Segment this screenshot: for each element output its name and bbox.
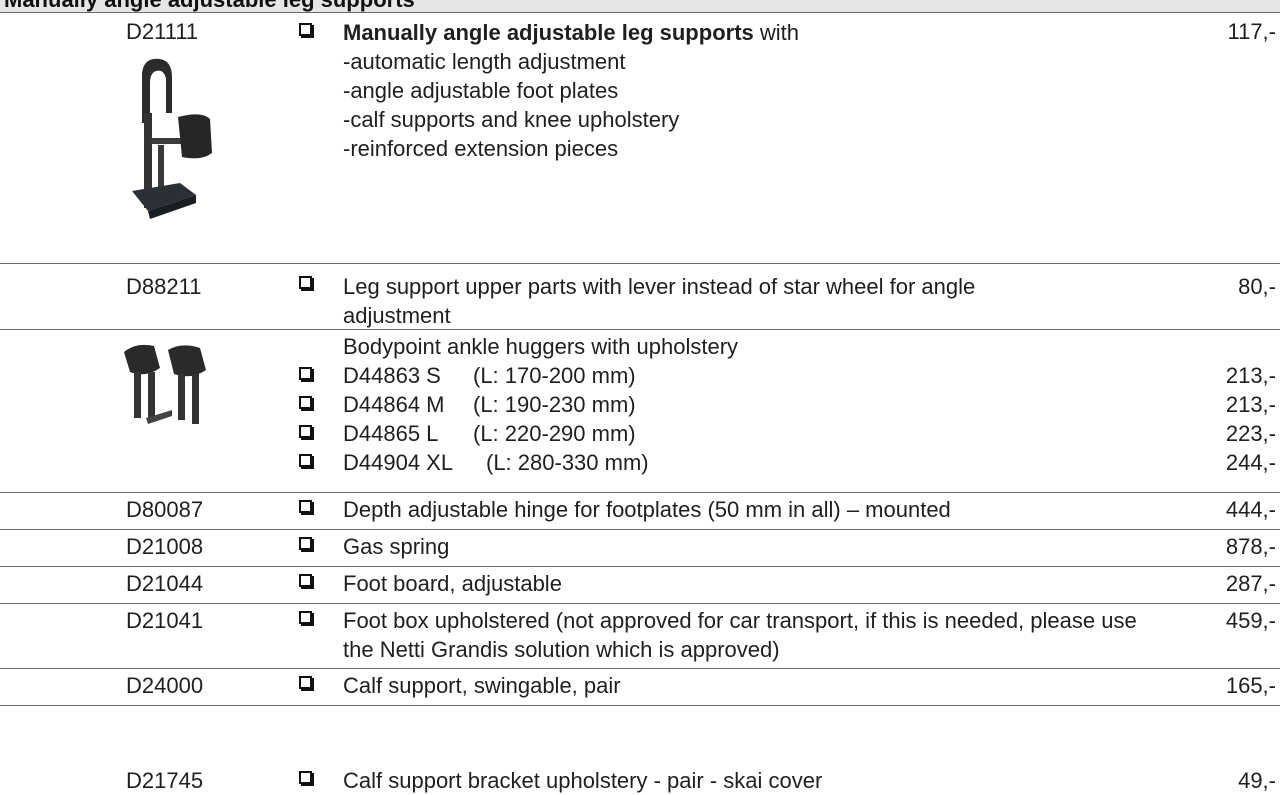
price: 117,- [1227, 19, 1276, 44]
size-code: D44904 XL [343, 450, 454, 475]
price: 165,- [1225, 673, 1276, 698]
ankle-hugger-image [124, 344, 206, 424]
product-code: D88211 [126, 274, 202, 299]
feature-item: -reinforced extension pieces [343, 136, 619, 161]
ankle-hugger-title: Bodypoint ankle huggers with upholstery [343, 334, 739, 359]
price: 223,- [1225, 421, 1276, 446]
checkbox[interactable] [299, 611, 312, 624]
checkbox[interactable] [299, 537, 312, 550]
table-row: Bodypoint ankle huggers with upholstery … [0, 330, 1280, 493]
table-row: D24000 Calf support, swingable, pair 165… [0, 669, 1280, 706]
product-description: Gas spring [343, 534, 450, 559]
price: 244,- [1225, 450, 1276, 475]
product-code: D21008 [126, 534, 204, 559]
product-code: D21745 [126, 768, 204, 793]
product-description: Calf support bracket upholstery - pair -… [343, 768, 823, 793]
leg-support-image [132, 58, 212, 219]
checkbox[interactable] [299, 425, 312, 438]
description-heading: Manually angle adjustable leg supports w… [343, 18, 1133, 47]
size-range: (L: 220-290 mm) [473, 421, 636, 446]
feature-item: -angle adjustable foot plates [343, 78, 619, 103]
product-description: Depth adjustable hinge for footplates (5… [343, 497, 951, 522]
size-range: (L: 280-330 mm) [486, 450, 649, 475]
checkbox[interactable] [299, 771, 312, 784]
checkbox[interactable] [299, 367, 312, 380]
price: 49,- [1238, 768, 1276, 793]
product-description: Foot board, adjustable [343, 571, 562, 596]
product-description: Leg support upper parts with lever inste… [343, 274, 976, 328]
description-bold: Manually angle adjustable leg supports [343, 20, 754, 45]
table-row: D21111 Manually angle adjustable leg sup… [0, 13, 1280, 264]
table-row: D21008 Gas spring 878,- [0, 530, 1280, 567]
checkbox[interactable] [299, 500, 312, 513]
feature-item: -automatic length adjustment [343, 49, 626, 74]
checkbox[interactable] [299, 676, 312, 689]
size-code: D44865 L [343, 421, 439, 446]
checkbox[interactable] [299, 454, 312, 467]
checkbox[interactable] [299, 574, 312, 587]
table-row: D21044 Foot board, adjustable 287,- [0, 567, 1280, 604]
product-code: D21041 [126, 608, 204, 633]
checkbox[interactable] [299, 396, 312, 409]
size-range: (L: 170-200 mm) [473, 363, 636, 388]
price: 287,- [1225, 571, 1276, 596]
table-row: D21745 Calf support bracket upholstery -… [0, 706, 1280, 794]
checkbox[interactable] [299, 276, 312, 289]
price: 213,- [1225, 392, 1276, 417]
product-description: Manually angle adjustable leg supports w… [343, 18, 1133, 163]
price: 213,- [1225, 363, 1276, 388]
product-code: D21044 [126, 571, 204, 596]
price: 878,- [1225, 534, 1276, 559]
feature-item: -calf supports and knee upholstery [343, 107, 680, 132]
section-header: Manually angle adjustable leg supports [0, 0, 1280, 13]
product-code: D80087 [126, 497, 204, 522]
size-range: (L: 190-230 mm) [473, 392, 636, 417]
description-suffix: with [753, 20, 799, 45]
checkbox[interactable] [299, 23, 312, 36]
product-code: D21111 [126, 19, 199, 44]
price: 80,- [1238, 274, 1276, 299]
size-code: D44863 S [343, 363, 441, 388]
product-code: D24000 [126, 673, 204, 698]
section-title: Manually angle adjustable leg supports [4, 0, 415, 12]
table-row: D88211 Leg support upper parts with leve… [0, 264, 1280, 330]
price: 459,- [1225, 608, 1276, 633]
product-description: Foot box upholstered (not approved for c… [343, 608, 1137, 662]
size-code: D44864 M [343, 392, 445, 417]
table-row: D21041 Foot box upholstered (not approve… [0, 604, 1280, 669]
table-row: D80087 Depth adjustable hinge for footpl… [0, 493, 1280, 530]
product-description: Calf support, swingable, pair [343, 673, 621, 698]
price: 444,- [1225, 497, 1276, 522]
